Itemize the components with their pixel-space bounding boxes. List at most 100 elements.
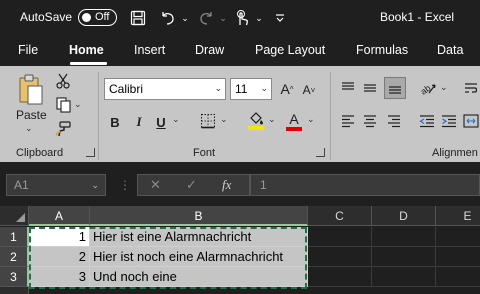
- tab-formulas[interactable]: Formulas: [356, 43, 408, 57]
- cell-e3[interactable]: [436, 267, 480, 287]
- cut-icon[interactable]: [54, 72, 72, 90]
- font-size-combo[interactable]: 11 ⌄: [230, 78, 272, 100]
- chevron-down-icon: ⌄: [91, 180, 99, 190]
- cell-b1[interactable]: Hier ist eine Alarmnachricht: [90, 227, 308, 247]
- resize-handle-icon[interactable]: ⋮: [119, 178, 131, 192]
- alignment-group-label: Alignmen: [432, 147, 478, 159]
- borders-dropdown-icon[interactable]: ⌄: [220, 114, 228, 125]
- column-header-e[interactable]: E: [436, 206, 480, 226]
- redo-dropdown-icon[interactable]: ⌄: [218, 8, 228, 28]
- merge-center-icon[interactable]: [462, 111, 480, 131]
- align-middle-icon[interactable]: [362, 80, 378, 96]
- insert-function-button[interactable]: fx: [222, 177, 231, 193]
- row-header[interactable]: 1: [0, 227, 29, 247]
- bold-button[interactable]: B: [106, 111, 124, 133]
- clipboard-group-label: Clipboard: [16, 147, 64, 159]
- copy-dropdown-icon[interactable]: ⌄: [74, 99, 82, 110]
- align-right-icon[interactable]: [386, 113, 402, 129]
- tab-data[interactable]: Data: [437, 43, 463, 57]
- cell-c1[interactable]: [308, 227, 372, 247]
- cell-d1[interactable]: [372, 227, 436, 247]
- formula-input[interactable]: 1: [250, 174, 480, 196]
- cell-a1[interactable]: 1: [29, 227, 90, 247]
- align-center-icon[interactable]: [362, 113, 378, 129]
- spreadsheet-grid: A B C D E 1 1 Hier ist eine Alarmnachric…: [0, 206, 480, 294]
- wrap-text-icon[interactable]: [462, 79, 480, 97]
- column-header-c[interactable]: C: [308, 206, 372, 226]
- underline-dropdown-icon[interactable]: ⌄: [172, 114, 180, 125]
- row-header[interactable]: 3: [0, 267, 29, 287]
- cell-b3[interactable]: Und noch eine: [90, 267, 308, 287]
- copy-icon[interactable]: [54, 96, 72, 114]
- cell-d2[interactable]: [372, 247, 436, 267]
- select-all-button[interactable]: [0, 206, 29, 226]
- font-launcher-icon[interactable]: [316, 148, 325, 157]
- select-all-icon: [16, 213, 25, 222]
- font-color-dropdown-icon[interactable]: ⌄: [307, 114, 315, 125]
- underline-button[interactable]: U: [152, 111, 170, 133]
- undo-icon[interactable]: [158, 8, 178, 28]
- customize-qat-icon[interactable]: [274, 8, 286, 28]
- redo-icon[interactable]: [196, 8, 216, 28]
- undo-dropdown-icon[interactable]: ⌄: [180, 8, 190, 28]
- tab-draw[interactable]: Draw: [195, 43, 224, 57]
- name-box[interactable]: A1 ⌄: [6, 174, 106, 196]
- touch-dropdown-icon[interactable]: ⌄: [254, 8, 264, 28]
- font-color-icon[interactable]: A: [284, 108, 304, 134]
- paste-dropdown-icon[interactable]: ⌄: [25, 123, 33, 134]
- cell-e1[interactable]: [436, 227, 480, 247]
- row-header[interactable]: 2: [0, 247, 29, 267]
- cell-a3[interactable]: 3: [29, 267, 90, 287]
- svg-text:ab: ab: [419, 83, 433, 96]
- font-name-value: Calibri: [109, 82, 144, 96]
- cell-b2[interactable]: Hier ist noch eine Alarmnachricht: [90, 247, 308, 267]
- ribbon-tabs: File Home Insert Draw Page Layout Formul…: [0, 36, 480, 66]
- touch-mode-icon[interactable]: [232, 8, 252, 28]
- column-header-d[interactable]: D: [372, 206, 436, 226]
- decrease-indent-icon[interactable]: [418, 113, 436, 129]
- paste-icon[interactable]: [14, 72, 48, 108]
- cell-c2[interactable]: [308, 247, 372, 267]
- tab-page-layout[interactable]: Page Layout: [255, 43, 325, 57]
- align-bottom-icon[interactable]: [384, 77, 406, 99]
- enter-icon[interactable]: ✓: [186, 177, 197, 193]
- increase-font-icon[interactable]: A ^: [277, 79, 297, 99]
- align-left-icon[interactable]: [340, 113, 356, 129]
- align-top-icon[interactable]: [340, 80, 356, 96]
- column-header-b[interactable]: B: [90, 206, 308, 226]
- orientation-icon[interactable]: ab: [418, 78, 438, 98]
- cell-a2[interactable]: 2: [29, 247, 90, 267]
- formula-buttons: ✕ ✓ fx: [137, 174, 250, 196]
- borders-icon[interactable]: [198, 111, 218, 131]
- cell-d3[interactable]: [372, 267, 436, 287]
- clipboard-launcher-icon[interactable]: [86, 148, 95, 157]
- toggle-knob: [82, 13, 91, 22]
- font-name-combo[interactable]: Calibri ⌄: [104, 78, 226, 100]
- formula-value: 1: [260, 178, 267, 192]
- cell-c3[interactable]: [308, 267, 372, 287]
- tab-home[interactable]: Home: [69, 43, 104, 57]
- increase-indent-icon[interactable]: [440, 113, 458, 129]
- font-size-value: 11: [235, 82, 248, 96]
- cancel-icon[interactable]: ✕: [150, 177, 161, 193]
- chevron-down-icon: ⌄: [214, 83, 222, 93]
- paste-label[interactable]: Paste: [16, 108, 47, 122]
- ribbon: Paste ⌄ ⌄ Clipboard Calibri ⌄ 11 ⌄ A ^ A ˅…: [0, 66, 480, 162]
- font-group-label: Font: [193, 147, 216, 159]
- save-icon[interactable]: [128, 8, 148, 28]
- fill-color-icon[interactable]: [246, 109, 266, 133]
- autosave-toggle[interactable]: Off: [78, 9, 117, 26]
- tab-insert[interactable]: Insert: [134, 43, 165, 57]
- column-header-a[interactable]: A: [29, 206, 90, 226]
- row-header[interactable]: [0, 287, 29, 294]
- fill-color-dropdown-icon[interactable]: ⌄: [268, 114, 276, 125]
- decrease-font-icon[interactable]: A ˅: [300, 80, 318, 100]
- group-divider: [330, 72, 331, 160]
- cell-e2[interactable]: [436, 247, 480, 267]
- document-title: Book1 - Excel: [380, 10, 455, 24]
- chevron-down-icon: ⌄: [260, 83, 268, 93]
- format-painter-icon[interactable]: [54, 120, 72, 138]
- italic-button[interactable]: I: [130, 111, 148, 133]
- tab-file[interactable]: File: [18, 43, 38, 57]
- orientation-dropdown-icon[interactable]: ⌄: [440, 82, 448, 93]
